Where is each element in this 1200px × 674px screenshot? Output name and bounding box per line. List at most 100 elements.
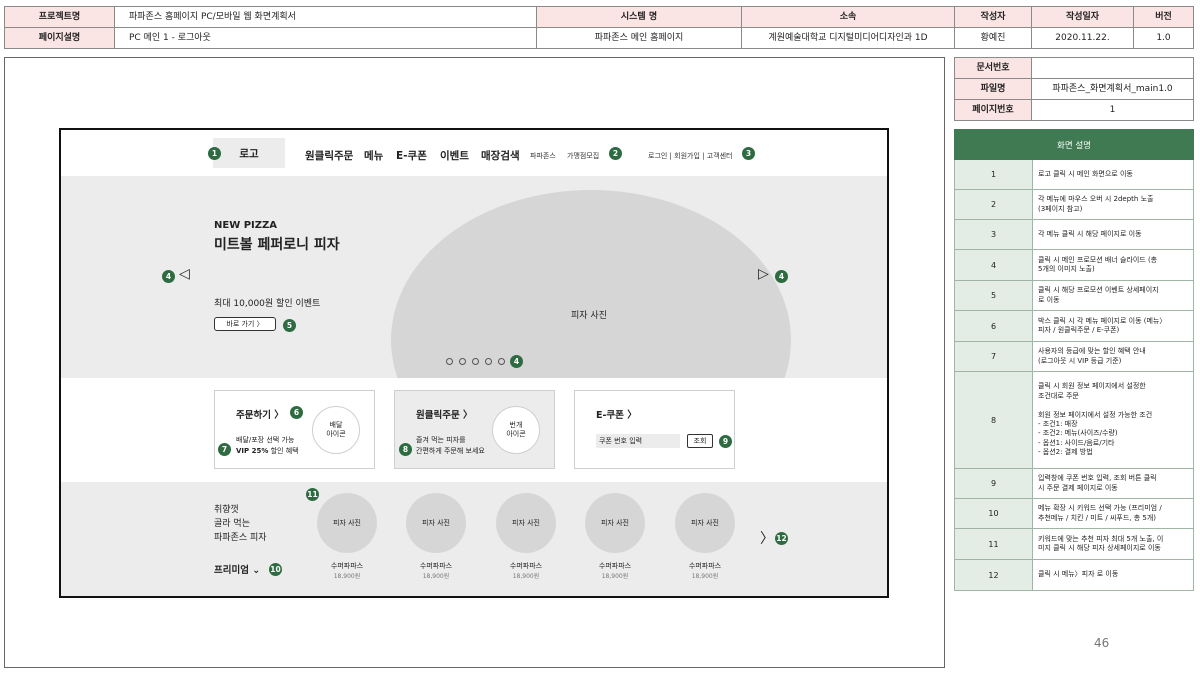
chevron-right-icon: 〉 [274, 410, 284, 421]
oneclick-card-line2: 간편하게 주문해 보세요 [416, 447, 485, 455]
project-name-value: 파파존스 홈페이지 PC/모바일 웹 화면계획서 [114, 6, 537, 28]
ecoupon-card[interactable]: E-쿠폰 〉 쿠폰 번호 입력 조회 9 [574, 390, 735, 469]
order-card-line1: 배달/포장 선택 가능 [236, 436, 295, 444]
system-name-label: 시스템 명 [536, 6, 742, 28]
slide-dot[interactable] [472, 358, 479, 365]
product-photo[interactable]: 피자 사진 [585, 493, 645, 553]
logo-label: 로고 [239, 147, 259, 160]
vip-discount: VIP 25% [236, 447, 269, 455]
lightning-icon: 번개 아이콘 [492, 406, 540, 454]
badge-8: 8 [399, 443, 412, 456]
order-card-line2: VIP 25% 할인 혜택 [236, 447, 299, 455]
oneclick-card-line1: 즐겨 먹는 피자를 [416, 436, 466, 444]
description-row: 5 클릭 시 해당 프로모션 이벤트 상세페이지 로 이동 [954, 281, 1194, 311]
badge-7: 7 [218, 443, 231, 456]
description-row: 9 입력창에 쿠폰 번호 입력, 조회 버튼 클릭 시 주문 결제 페이지로 이동 [954, 469, 1194, 499]
slide-indicators [446, 358, 505, 365]
delivery-icon: 배달 아이콘 [312, 406, 360, 454]
page-number-value: 1 [1031, 99, 1194, 121]
doc-number-value [1031, 57, 1194, 79]
coupon-lookup-label: 조회 [693, 437, 707, 445]
nav-item-ecoupon[interactable]: E-쿠폰 [396, 148, 427, 163]
hero-go-button-label: 바로 가기 〉 [226, 320, 264, 328]
page-number: 46 [1094, 636, 1110, 650]
hero-go-button[interactable]: 바로 가기 〉 [214, 317, 276, 331]
badge-10: 10 [269, 563, 282, 576]
date-label: 작성일자 [1031, 6, 1134, 28]
product-name: 수퍼파파스 [598, 562, 632, 570]
nav-item-event[interactable]: 이벤트 [440, 148, 469, 163]
next-arrow-icon[interactable]: ▷ [758, 266, 769, 282]
chevron-right-icon: 〉 [463, 410, 473, 421]
description-row: 1 로고 클릭 시 메인 화면으로 이동 [954, 160, 1194, 190]
author-value: 황예진 [954, 27, 1032, 49]
product-photo[interactable]: 피자 사진 [406, 493, 466, 553]
badge-1: 1 [208, 147, 221, 160]
hero-kicker: NEW PIZZA [214, 220, 278, 231]
description-row: 12 클릭 시 메뉴〉피자 로 이동 [954, 560, 1194, 591]
project-name-label: 프로젝트명 [4, 6, 115, 28]
product-name: 수퍼파파스 [419, 562, 453, 570]
category-filter-dropdown[interactable]: 프리미엄 ⌄ [214, 562, 260, 576]
hero-photo-label: 피자 사진 [571, 311, 607, 321]
coupon-lookup-button[interactable]: 조회 [687, 434, 713, 448]
description-row: 6 박스 클릭 시 각 메뉴 페이지로 이동 (메뉴〉 피자 / 원클릭주문 / … [954, 311, 1194, 342]
file-name-label: 파일명 [954, 78, 1032, 100]
badge-6: 6 [290, 406, 303, 419]
slide-dot[interactable] [498, 358, 505, 365]
product-price: 18,900원 [422, 573, 450, 580]
description-row: 8 클릭 시 회원 정보 페이지에서 설정한 조건대로 주문 회원 정보 페이지에… [954, 372, 1194, 469]
badge-9: 9 [719, 435, 732, 448]
next-chevron-icon[interactable]: 〉 [760, 528, 774, 548]
page-desc-value: PC 메인 1 - 로그아웃 [114, 27, 537, 49]
badge-5: 5 [283, 319, 296, 332]
badge-4-dots: 4 [510, 355, 523, 368]
description-row: 4 클릭 시 메인 프로모션 배너 슬라이드 (총 5개의 이미지 노출) [954, 250, 1194, 281]
product-price: 18,900원 [601, 573, 629, 580]
chevron-right-icon: 〉 [627, 410, 637, 421]
chevron-down-icon: ⌄ [252, 565, 261, 576]
badge-2: 2 [609, 147, 622, 160]
nav-item-oneclick[interactable]: 원클릭주문 [305, 148, 353, 163]
description-row: 10 메뉴 확장 시 키워드 선택 가능 (프리미엄 / 추천메뉴 / 치킨 / … [954, 499, 1194, 529]
description-row: 11 키워드에 맞는 추천 피자 최대 5개 노출, 이 미지 클릭 시 해당 피… [954, 529, 1194, 560]
coupon-number-input[interactable]: 쿠폰 번호 입력 [596, 434, 680, 448]
order-card-title: 주문하기 〉 [236, 410, 284, 421]
doc-number-label: 문서번호 [954, 57, 1032, 79]
nav-item-franchise[interactable]: 가맹점모집 [567, 151, 599, 161]
oneclick-card-title: 원클릭주문 〉 [416, 410, 473, 421]
hero-subtitle: 최대 10,000원 할인 이벤트 [214, 299, 321, 309]
nav-item-menu[interactable]: 메뉴 [364, 148, 383, 163]
hero-title: 미트볼 페퍼로니 피자 [214, 237, 340, 253]
product-photo[interactable]: 피자 사진 [317, 493, 377, 553]
util-links[interactable]: 로그인 | 회원가입 | 고객센터 [648, 151, 732, 161]
description-row: 3각 메뉴 클릭 시 해당 페이지로 이동 [954, 220, 1194, 250]
nav-item-papajohns[interactable]: 파파존스 [530, 151, 556, 161]
ecoupon-card-title: E-쿠폰 〉 [596, 410, 637, 421]
badge-11: 11 [306, 488, 319, 501]
version-value: 1.0 [1133, 27, 1194, 49]
slide-dot[interactable] [459, 358, 466, 365]
badge-12: 12 [775, 532, 788, 545]
slide-dot[interactable] [485, 358, 492, 365]
logo[interactable]: 로고 [213, 138, 285, 168]
version-label: 버전 [1133, 6, 1194, 28]
coupon-input-placeholder: 쿠폰 번호 입력 [599, 437, 643, 445]
badge-4-prev: 4 [162, 270, 175, 283]
description-row: 2각 메뉴에 마우스 오버 시 2depth 노출 (3페이지 참고) [954, 190, 1194, 220]
product-name: 수퍼파파스 [330, 562, 364, 570]
order-card[interactable]: 주문하기 〉 6 배달/포장 선택 가능 VIP 25% 할인 혜택 배달 아이… [214, 390, 375, 469]
product-photo[interactable]: 피자 사진 [675, 493, 735, 553]
pizza-photo-placeholder[interactable] [391, 190, 791, 378]
slide-dot[interactable] [446, 358, 453, 365]
nav-item-store-search[interactable]: 매장검색 [481, 148, 520, 163]
oneclick-card[interactable]: 원클릭주문 〉 즐겨 먹는 피자를 간편하게 주문해 보세요 번개 아이콘 [394, 390, 555, 469]
product-price: 18,900원 [691, 573, 719, 580]
product-photo[interactable]: 피자 사진 [496, 493, 556, 553]
hero-banner: 피자 사진 NEW PIZZA 미트볼 페퍼로니 피자 최대 10,000원 할… [61, 176, 887, 378]
product-price: 18,900원 [512, 573, 540, 580]
description-header: 화면 설명 [954, 129, 1194, 160]
prev-arrow-icon[interactable]: ◁ [179, 266, 190, 282]
file-name-value: 파파존스_화면계획서_main1.0 [1031, 78, 1194, 100]
quick-menu-cards: 주문하기 〉 6 배달/포장 선택 가능 VIP 25% 할인 혜택 배달 아이… [61, 378, 887, 482]
